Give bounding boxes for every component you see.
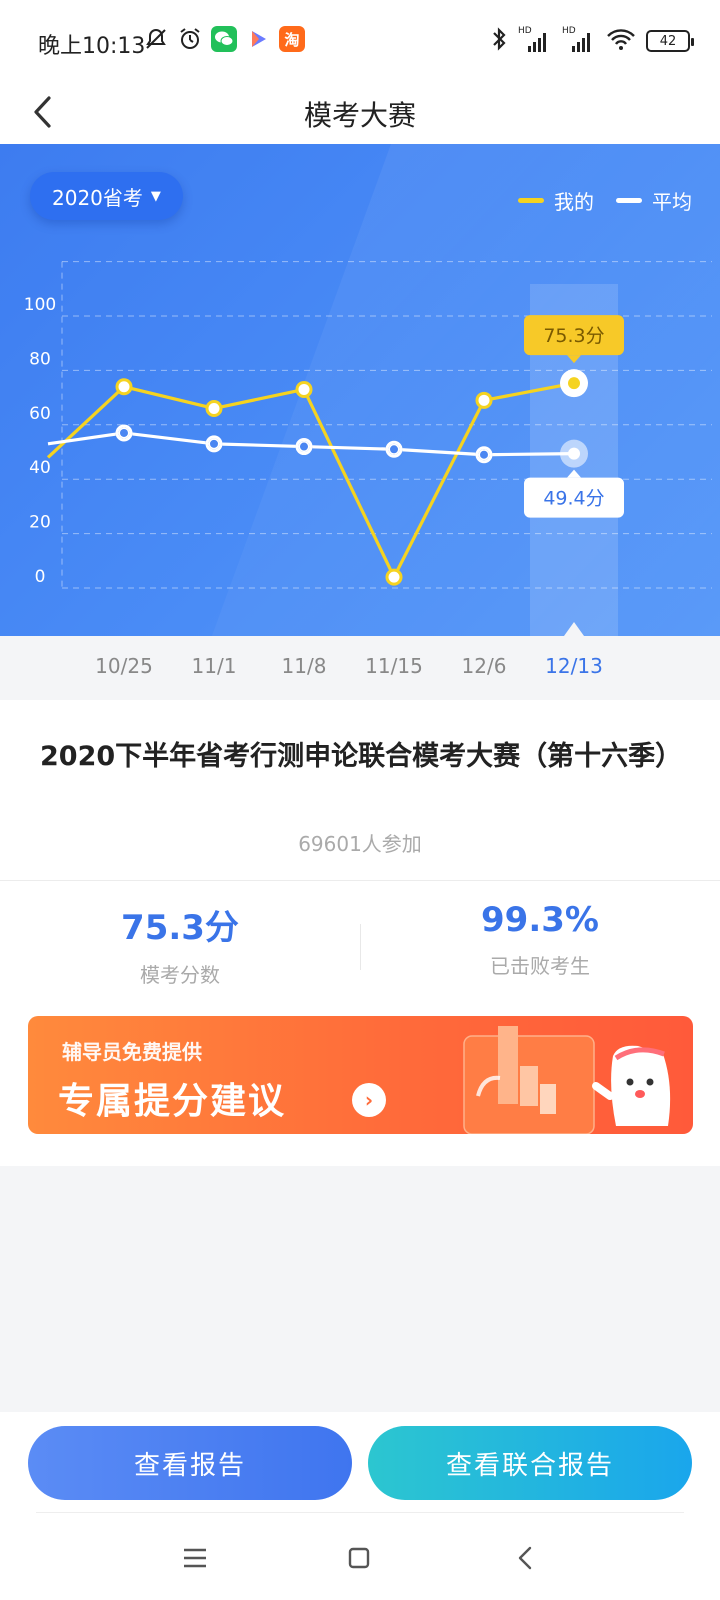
status-right: HD HD 42	[490, 26, 694, 56]
data-point-center	[300, 442, 308, 451]
alarm-icon	[177, 26, 203, 52]
y-tick-label: 60	[29, 404, 51, 424]
y-tick-label: 0	[35, 567, 46, 587]
view-joint-report-button[interactable]: 查看联合报告	[368, 1426, 692, 1500]
legend-item-avg: 平均	[616, 186, 692, 215]
advice-banner[interactable]: 辅导员免费提供 专属提分建议 ›	[28, 1016, 693, 1134]
status-icons-left: 淘	[143, 26, 305, 52]
data-point	[205, 399, 223, 417]
taobao-icon: 淘	[279, 26, 305, 52]
data-point-center	[120, 428, 128, 437]
menu-icon	[184, 1548, 206, 1568]
data-point	[115, 378, 133, 396]
beat-value: 99.3%	[481, 900, 599, 940]
date-tab-11-8[interactable]: 11/8	[282, 654, 327, 678]
stat-beat: 99.3% 已击败考生	[360, 900, 720, 979]
date-tab-10-25[interactable]: 10/25	[95, 654, 153, 678]
date-tab-12-6[interactable]: 12/6	[462, 654, 507, 678]
legend-item-mine: 我的	[518, 186, 594, 215]
stat-score: 75.3分 模考分数	[0, 900, 360, 988]
home-button[interactable]	[334, 1533, 384, 1583]
data-point	[385, 568, 403, 586]
date-axis: 10/25 11/1 11/8 11/15 12/6 12/13	[0, 636, 720, 700]
score-value: 75.3分	[121, 908, 239, 948]
menu-button[interactable]	[170, 1533, 220, 1583]
data-point-center	[480, 450, 488, 459]
view-report-button[interactable]: 查看报告	[28, 1426, 352, 1500]
bottom-action-bar: 查看报告 查看联合报告	[0, 1412, 720, 1512]
banner-title: 专属提分建议	[58, 1081, 287, 1122]
score-label: 模考分数	[140, 963, 220, 987]
selected-marker	[568, 377, 580, 390]
callout-avg-label: 49.4分	[543, 488, 604, 510]
page-title: 模考大赛	[303, 99, 416, 132]
signal-icon-2: HD	[562, 26, 596, 54]
exam-select-dropdown[interactable]: 2020省考 ▼	[30, 172, 183, 220]
empty-content-area	[0, 1166, 720, 1412]
y-tick-label: 100	[24, 295, 56, 315]
play-icon	[245, 26, 271, 52]
banner-arrow-icon: ›	[352, 1083, 386, 1117]
stats-row: 75.3分 模考分数 99.3% 已击败考生	[0, 900, 720, 1000]
system-back-button[interactable]	[500, 1533, 550, 1583]
series-line-mine	[46, 381, 575, 579]
data-point-center	[390, 445, 398, 454]
date-tab-11-1[interactable]: 11/1	[192, 654, 237, 678]
data-point	[295, 380, 313, 398]
contest-info: 2020下半年省考行测申论联合模考大赛（第十六季） 69601人参加	[0, 700, 720, 880]
participant-count: 69601人参加	[298, 832, 422, 856]
date-tab-11-15[interactable]: 11/15	[365, 654, 423, 678]
legend-label-avg: 平均	[652, 190, 692, 214]
selected-marker	[568, 447, 580, 460]
wifi-icon	[606, 27, 636, 55]
legend-label-mine: 我的	[554, 190, 594, 214]
banner-mascot-illustration	[463, 1026, 671, 1134]
data-point-center	[210, 439, 218, 448]
date-tab-12-13[interactable]: 12/13	[545, 654, 603, 678]
signal-icon-1: HD	[518, 26, 552, 54]
data-point	[475, 391, 493, 409]
bluetooth-icon	[490, 26, 508, 56]
wechat-icon	[211, 26, 237, 52]
home-icon	[348, 1547, 370, 1569]
back-icon	[518, 1546, 532, 1570]
beat-label: 已击败考生	[490, 954, 590, 978]
chart-legend: 我的 平均	[518, 186, 692, 215]
section-divider	[0, 880, 720, 881]
system-navigation-bar	[0, 1513, 720, 1600]
legend-swatch-mine	[518, 198, 544, 203]
banner-subtitle: 辅导员免费提供	[62, 1040, 202, 1064]
callout-mine-label: 75.3分	[543, 325, 604, 347]
battery-indicator: 42	[646, 30, 694, 52]
score-chart-panel: 100 80 60 40 20 0 75.3分 49.4分 2020省考 ▼ 我的 平均	[0, 144, 720, 636]
status-bar: 晚上10:13 淘 HD HD 42	[0, 0, 720, 80]
exam-select-label: 2020省考	[52, 185, 143, 210]
status-time: 晚上10:13	[38, 34, 146, 59]
caret-down-icon: ▼	[150, 188, 161, 204]
y-tick-label: 20	[29, 513, 51, 533]
y-tick-label: 40	[29, 458, 51, 478]
y-tick-label: 80	[29, 349, 51, 369]
nav-header: 模考大赛	[0, 80, 720, 144]
contest-title: 2020下半年省考行测申论联合模考大赛（第十六季）	[40, 741, 683, 772]
mute-alarm-icon	[143, 26, 169, 52]
legend-swatch-avg	[616, 198, 642, 203]
